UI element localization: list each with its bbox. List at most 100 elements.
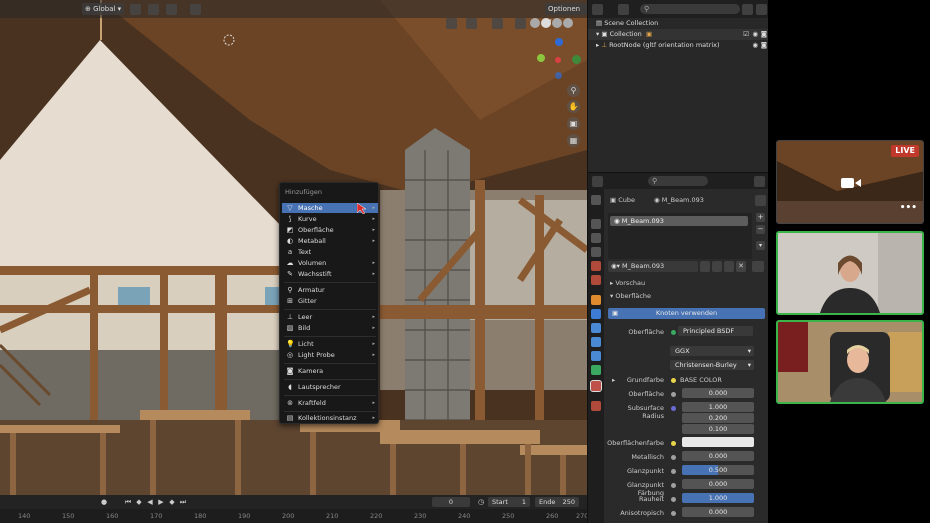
menu-item-text[interactable]: a Text: [282, 247, 378, 257]
visibility-icon[interactable]: [446, 18, 457, 29]
surface-shader-dropdown[interactable]: Principled BSDF: [678, 326, 753, 336]
specular-tint-field[interactable]: 0.000: [682, 479, 754, 489]
video-tile-participant-1[interactable]: [776, 231, 924, 315]
render-tab-icon[interactable]: [591, 219, 601, 229]
menu-item-armature[interactable]: ⚲ Armatur: [282, 285, 378, 295]
preview-section-header[interactable]: ▸ Vorschau: [610, 279, 645, 287]
rendered-shading-icon[interactable]: [563, 18, 573, 28]
subsurface-radius-z[interactable]: 0.100: [682, 424, 754, 434]
menu-item-image[interactable]: ▨ Bild ▸: [282, 323, 378, 333]
subsurface-radius-y[interactable]: 0.200: [682, 413, 754, 423]
xray-icon[interactable]: [515, 18, 526, 29]
add-slot-icon[interactable]: +: [756, 213, 765, 222]
menu-item-metaball[interactable]: ◐ Metaball ▸: [282, 236, 378, 246]
options-chevron-icon[interactable]: [754, 176, 765, 187]
proportional-editing-icon[interactable]: [190, 4, 201, 15]
tool-tab-icon[interactable]: [591, 195, 601, 205]
subsurface-method-dropdown[interactable]: Christensen-Burley ▾: [670, 360, 754, 370]
gizmo-axis-y[interactable]: [537, 54, 545, 62]
fake-user-icon[interactable]: [712, 261, 722, 272]
menu-item-volume[interactable]: ☁ Volumen ▸: [282, 258, 378, 268]
outliner-row-collection[interactable]: ▾ ▣ Collection ▣ ☑ ◉ ◙: [588, 29, 769, 40]
checkbox-icon[interactable]: ☑: [743, 29, 749, 40]
metallic-field[interactable]: 0.000: [682, 451, 754, 461]
anisotropic-field[interactable]: 0.000: [682, 507, 754, 517]
menu-item-speaker[interactable]: ◖ Lautsprecher: [282, 382, 378, 392]
pivot-point-icon[interactable]: [130, 4, 141, 15]
texture-tab-icon[interactable]: [591, 401, 601, 411]
end-frame-field[interactable]: Ende 250: [535, 497, 579, 507]
record-icon[interactable]: ●: [100, 498, 108, 506]
use-nodes-button[interactable]: ▣ Knoten verwenden: [608, 308, 765, 319]
surface-section-header[interactable]: ▾ Oberfläche: [610, 292, 651, 300]
roughness-slider[interactable]: 1.000: [682, 493, 754, 503]
filter-icon[interactable]: [742, 4, 753, 15]
camera-render-icon[interactable]: ◙: [761, 40, 767, 51]
scene-tab-icon[interactable]: [591, 261, 601, 271]
physics-tab-icon[interactable]: [591, 337, 601, 347]
overlays-icon[interactable]: [492, 18, 503, 29]
more-options-icon[interactable]: •••: [900, 203, 917, 213]
start-frame-field[interactable]: Start 1: [488, 497, 530, 507]
3d-viewport[interactable]: ⊕ Global ▾ Optionen ▾ ⚲ ✋ ▣ ▦ Hinzufügen…: [0, 0, 587, 495]
gizmo-toggle-icon[interactable]: [466, 18, 477, 29]
camera-render-icon[interactable]: ◙: [761, 29, 767, 40]
menu-item-grease-pencil[interactable]: ✎ Wachsstift ▸: [282, 269, 378, 279]
material-tab-icon[interactable]: [590, 380, 602, 392]
transform-orientation-dropdown[interactable]: ⊕ Global ▾: [82, 3, 125, 15]
subsurface-radius-x[interactable]: 1.000: [682, 402, 754, 412]
particles-tab-icon[interactable]: [591, 323, 601, 333]
video-tile-participant-2[interactable]: [776, 320, 924, 404]
outliner-row-scene-collection[interactable]: ▤ Scene Collection: [588, 18, 769, 29]
solid-shading-icon[interactable]: [541, 18, 551, 28]
perspective-toggle-icon[interactable]: ▦: [567, 134, 580, 147]
material-slot-row[interactable]: ◉ M_Beam.093: [610, 216, 748, 226]
gizmo-axis-y-neg[interactable]: [572, 55, 581, 64]
gizmo-axis-z-neg[interactable]: [555, 72, 562, 79]
gizmo-axis-z[interactable]: [555, 38, 563, 46]
options-dropdown[interactable]: Optionen ▾: [545, 3, 587, 25]
browse-filter-icon[interactable]: [752, 261, 764, 272]
slot-specials-icon[interactable]: ▾: [756, 241, 765, 250]
jump-end-icon[interactable]: ⏭: [179, 498, 187, 506]
modifier-tab-icon[interactable]: [591, 309, 601, 319]
distribution-dropdown[interactable]: GGX ▾: [670, 346, 754, 356]
pin-icon[interactable]: [755, 195, 766, 206]
subsurface-color-swatch[interactable]: [682, 437, 754, 447]
next-keyframe-icon[interactable]: ◆: [168, 498, 176, 506]
eye-icon[interactable]: ◉: [752, 29, 758, 40]
menu-item-camera[interactable]: ◙ Kamera: [282, 366, 378, 376]
data-tab-icon[interactable]: [591, 365, 601, 375]
object-tab-icon[interactable]: [591, 295, 601, 305]
gizmo-axis-x[interactable]: [555, 57, 561, 63]
snap-target-icon[interactable]: [166, 4, 177, 15]
menu-item-lattice[interactable]: ⊞ Gitter: [282, 296, 378, 306]
editor-type-icon[interactable]: [592, 4, 603, 15]
world-tab-icon[interactable]: [591, 275, 601, 285]
wireframe-shading-icon[interactable]: [530, 18, 540, 28]
menu-item-empty[interactable]: ⊥ Leer ▸: [282, 312, 378, 322]
jump-start-icon[interactable]: ⏮: [124, 498, 132, 506]
outliner-search-input[interactable]: ⚲: [640, 4, 740, 14]
pan-hand-icon[interactable]: ✋: [567, 100, 580, 113]
current-frame-field[interactable]: 0: [432, 497, 470, 507]
constraints-tab-icon[interactable]: [591, 351, 601, 361]
menu-item-light[interactable]: 💡 Licht ▸: [282, 339, 378, 349]
play-reverse-icon[interactable]: ◀: [146, 498, 154, 506]
subsurface-field[interactable]: 0.000: [682, 388, 754, 398]
menu-item-surface[interactable]: ◩ Oberfläche ▸: [282, 225, 378, 235]
menu-item-collection-instance[interactable]: ▤ Kollektionsinstanz ▸: [282, 413, 378, 423]
camera-view-icon[interactable]: ▣: [567, 117, 580, 130]
output-tab-icon[interactable]: [591, 233, 601, 243]
editor-type-icon[interactable]: [592, 176, 603, 187]
remove-slot-icon[interactable]: −: [756, 225, 765, 234]
material-datablock-selector[interactable]: ◉▾ M_Beam.093: [608, 261, 698, 272]
video-camera-icon[interactable]: [841, 176, 861, 190]
video-tile-stream[interactable]: LIVE •••: [776, 140, 924, 224]
user-count-icon[interactable]: [700, 261, 710, 272]
zoom-icon[interactable]: ⚲: [567, 84, 580, 97]
eye-icon[interactable]: ◉: [752, 40, 758, 51]
base-color-texture[interactable]: BASE COLOR: [680, 376, 722, 384]
snap-icon[interactable]: [148, 4, 159, 15]
outliner-row-rootnode[interactable]: ▸ ⊥ RootNode (gltf orientation matrix) ◉…: [588, 40, 769, 51]
